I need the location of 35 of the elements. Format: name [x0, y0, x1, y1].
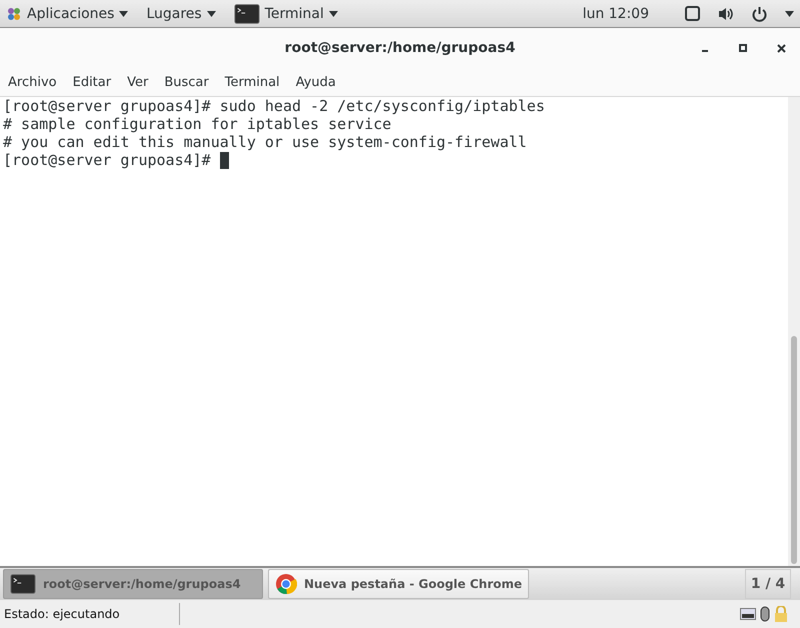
- terminal-line: # sample configuration for iptables service: [3, 115, 392, 133]
- terminal-icon: [10, 573, 36, 595]
- caret-icon: [785, 10, 794, 16]
- top-menu[interactable]: Aplicaciones: [6, 0, 128, 28]
- window-title: root@server:/home/grupoas4: [284, 40, 516, 56]
- chrome-icon: [275, 573, 297, 595]
- top-menu[interactable]: Lugares: [146, 0, 216, 28]
- menu-item[interactable]: Archivo: [8, 74, 65, 90]
- taskbar-task[interactable]: Nueva pestaña - Google Chrome: [268, 569, 530, 599]
- power-icon[interactable]: [752, 6, 767, 22]
- top-menu[interactable]: Terminal: [234, 0, 338, 28]
- volume-icon[interactable]: [718, 6, 734, 20]
- menu-item[interactable]: Editar: [72, 74, 120, 90]
- text-cursor: [220, 152, 229, 168]
- terminal-line: # you can edit this manually or use system-config-firewall: [3, 133, 527, 151]
- terminal-line: [root@server grupoas4]# sudo head -2 /etc/sysconfig/iptables: [3, 97, 545, 115]
- caret-icon: [119, 10, 128, 16]
- close-icon: [776, 44, 786, 52]
- screen-icon[interactable]: [685, 6, 700, 21]
- keyboard-icon[interactable]: [740, 608, 756, 620]
- menu-item[interactable]: Terminal: [224, 74, 288, 90]
- status-text: Estado: ejecutando: [4, 603, 180, 625]
- apps-icon: [6, 6, 22, 22]
- workspace-indicator[interactable]: 1 / 4: [745, 569, 791, 599]
- menu-item[interactable]: Ver: [127, 74, 156, 90]
- caret-icon: [206, 10, 216, 16]
- mouse-icon[interactable]: [760, 606, 770, 622]
- caret-icon: [328, 10, 338, 16]
- clock[interactable]: lun 12:09: [582, 6, 649, 22]
- terminal-line: [root@server grupoas4]#: [3, 151, 212, 169]
- maximize-icon: [739, 44, 747, 52]
- terminal-icon: [234, 2, 260, 24]
- menu-item[interactable]: Buscar: [164, 74, 217, 90]
- scrollbar-thumb[interactable]: [791, 336, 797, 564]
- menu-item[interactable]: Ayuda: [296, 74, 344, 90]
